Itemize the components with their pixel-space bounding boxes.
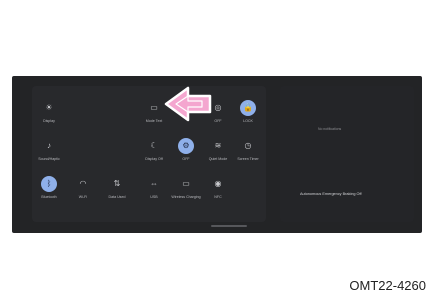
tile-label: Data Used — [108, 195, 126, 199]
tile-label: Display Off — [145, 157, 163, 161]
wireless-icon: ▭ — [182, 179, 190, 188]
tile-label: Wireless Charging — [171, 195, 201, 199]
tile-usb[interactable]: ⇔ USB — [137, 176, 171, 200]
sound-icon: ♪ — [47, 141, 51, 150]
tile-display-off[interactable]: ☾ Display Off — [137, 138, 171, 162]
tile-label: Quiet Mode — [208, 157, 228, 161]
tile-label: Screen Timer — [237, 157, 259, 161]
tile-wifi[interactable]: ◠ Wi-Fi — [66, 176, 100, 200]
notification-header: No notifications — [318, 127, 342, 131]
tile-settings[interactable]: ⚙ OFF — [169, 138, 203, 161]
quiet-icon: ≋ — [214, 141, 222, 150]
lock-icon: 🔒 — [240, 100, 256, 116]
tile-label: LOCK — [243, 119, 253, 123]
tile-screen-timer[interactable]: ◷ Screen Timer — [231, 138, 265, 162]
tile-bluetooth[interactable]: ᛒ Bluetooth — [32, 176, 66, 199]
moon-icon: ☾ — [150, 141, 158, 150]
brightness-icon: ☀ — [45, 103, 53, 112]
tile-label: OFF — [182, 157, 190, 161]
wifi-icon: ◠ — [79, 179, 87, 188]
mode-icon: ▭ — [150, 103, 158, 112]
tile-nfc[interactable]: ◉ NFC — [201, 176, 235, 200]
tile-label: Wi-Fi — [78, 195, 88, 199]
tile-label: USB — [150, 195, 158, 199]
tile-quiet[interactable]: ≋ Quiet Mode — [201, 138, 235, 162]
tile-label: NFC — [214, 195, 222, 199]
bluetooth-icon: ᛒ — [41, 176, 57, 192]
display-screen: ☀ Display ▭ Mode Text ◎ OFF 🔒 LOCK ♪ Sou… — [12, 76, 422, 233]
gear-icon: ⚙ — [178, 138, 194, 154]
pointer-arrow-icon — [164, 86, 212, 122]
timer-icon: ◷ — [244, 141, 252, 150]
notification-message[interactable]: Autonomous Emergency Braking Off — [300, 192, 362, 196]
drag-handle[interactable] — [211, 225, 247, 227]
usb-icon: ⇔ — [150, 179, 158, 188]
nfc-icon: ◉ — [214, 179, 222, 188]
data-icon: ⇅ — [113, 179, 121, 188]
tile-data[interactable]: ⇅ Data Used — [100, 176, 134, 200]
tile-label: Sound/Haptic — [38, 157, 60, 161]
tile-sound[interactable]: ♪ Sound/Haptic — [32, 138, 66, 162]
tile-wireless-charging[interactable]: ▭ Wireless Charging — [169, 176, 203, 200]
notification-panel — [280, 86, 414, 222]
tile-brightness[interactable]: ☀ Display — [32, 100, 66, 124]
tile-lock[interactable]: 🔒 LOCK — [231, 100, 265, 123]
tile-label: Bluetooth — [41, 195, 57, 199]
tile-label: Display — [43, 119, 55, 123]
quick-settings-panel: ☀ Display ▭ Mode Text ◎ OFF 🔒 LOCK ♪ Sou… — [32, 86, 266, 222]
figure-code: OMT22-4260 — [349, 278, 426, 293]
